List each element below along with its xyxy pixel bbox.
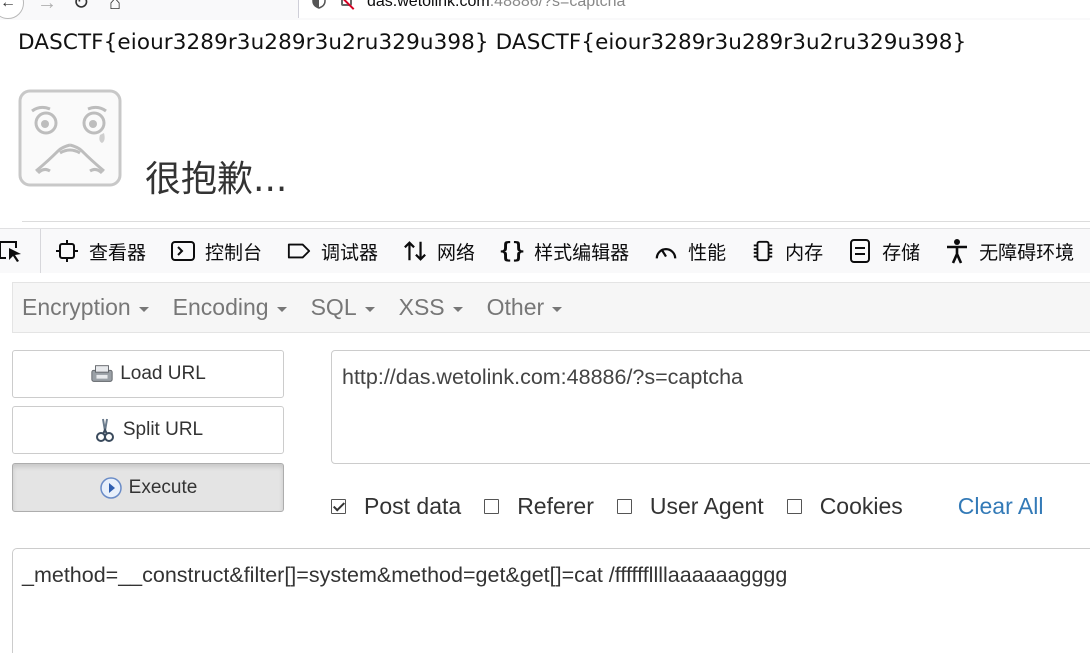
tab-network[interactable]: 网络 <box>389 229 486 273</box>
storage-icon <box>848 239 872 263</box>
reload-icon: ↻ <box>72 0 90 14</box>
style-editor-icon: {} <box>498 238 526 264</box>
split-url-label: Split URL <box>122 419 204 440</box>
clear-all-link[interactable]: Clear All <box>958 493 1044 520</box>
user-agent-label: User Agent <box>649 492 764 519</box>
user-agent-option[interactable]: User Agent <box>616 492 764 520</box>
back-button[interactable]: ← <box>0 0 24 19</box>
referer-option[interactable]: Referer <box>484 493 594 520</box>
tracking-shield-icon[interactable] <box>309 0 329 12</box>
menu-label: Other <box>486 294 545 320</box>
url-textarea[interactable]: http://das.wetolink.com:48886/?s=captcha <box>331 350 1090 464</box>
execute-label: Execute <box>128 476 198 498</box>
forward-arrow-icon: → <box>37 0 57 14</box>
menu-label: Encryption <box>22 294 131 320</box>
scissors-icon <box>93 418 117 442</box>
tab-inspector[interactable]: 查看器 <box>41 229 157 273</box>
load-url-icon <box>90 362 114 386</box>
back-arrow-icon: ← <box>0 0 16 11</box>
caret-down-icon <box>452 306 463 312</box>
tab-storage[interactable]: 存储 <box>834 229 931 273</box>
memory-icon <box>751 239 775 263</box>
post-data-label: Post data <box>364 492 462 519</box>
menu-xss[interactable]: XSS <box>390 282 472 333</box>
inspector-icon <box>55 239 79 263</box>
tab-label: 存储 <box>882 241 921 264</box>
url-text[interactable]: das.wetolink.com:48886/?s=captcha <box>367 0 625 11</box>
menu-encryption[interactable]: Encryption <box>13 282 158 333</box>
page: ← → ↻ ⌂ das.wetolink.com:48886/?s=captch… <box>0 0 1090 653</box>
hackbar-menu: Encryption Encoding SQL XSS Other <box>12 282 1090 333</box>
tab-label: 性能 <box>688 241 727 264</box>
tab-label: 内存 <box>785 241 824 264</box>
caret-down-icon <box>552 306 563 312</box>
element-picker-button[interactable] <box>0 229 41 273</box>
error-heading: 很抱歉... <box>145 159 288 200</box>
split-url-button[interactable]: Split URL <box>12 406 284 454</box>
tab-label: 无障碍环境 <box>979 241 1075 264</box>
post-data-checkbox[interactable] <box>331 498 346 514</box>
caret-down-icon <box>138 306 149 312</box>
flag-output-text: DASCTF{eiour3289r3u289r3u2ru329u398} DAS… <box>18 30 967 55</box>
home-button[interactable]: ⌂ <box>98 0 132 20</box>
address-bar[interactable]: das.wetolink.com:48886/?s=captcha <box>298 0 1090 18</box>
caret-down-icon <box>276 306 287 312</box>
url-host: das.wetolink.com <box>367 0 490 10</box>
menu-label: Encoding <box>172 294 269 320</box>
performance-icon <box>654 239 678 263</box>
menu-sql[interactable]: SQL <box>302 282 384 333</box>
tab-performance[interactable]: 性能 <box>640 229 737 273</box>
execute-button[interactable]: Execute <box>12 463 284 512</box>
menu-encoding[interactable]: Encoding <box>164 282 296 333</box>
cookies-checkbox[interactable] <box>786 498 802 514</box>
home-icon: ⌂ <box>108 0 122 14</box>
user-agent-checkbox[interactable] <box>616 498 632 514</box>
tab-label: 样式编辑器 <box>534 241 630 264</box>
tab-label: 控制台 <box>205 241 263 264</box>
menu-label: XSS <box>398 294 445 320</box>
referer-checkbox[interactable] <box>484 498 500 514</box>
cookies-label: Cookies <box>819 492 903 519</box>
tab-label: 调试器 <box>321 241 379 264</box>
content-divider <box>22 221 1090 222</box>
insecure-connection-icon[interactable] <box>339 0 357 10</box>
load-url-label: Load URL <box>120 363 206 384</box>
load-url-button[interactable]: Load URL <box>12 350 284 398</box>
reload-button[interactable]: ↻ <box>64 0 98 20</box>
post-data-option[interactable]: Post data <box>331 493 461 520</box>
sad-face-icon <box>18 89 122 187</box>
caret-down-icon <box>364 306 375 312</box>
devtools-toolbar: 查看器 控制台 调试器 网络 {} 样式编辑器 性能 内存 存储 无障碍环境 <box>0 228 1090 273</box>
console-icon <box>171 239 196 263</box>
browser-toolbar: ← → ↻ ⌂ das.wetolink.com:48886/?s=captch… <box>0 0 1090 20</box>
tab-memory[interactable]: 内存 <box>737 229 834 273</box>
tab-label: 查看器 <box>89 241 147 264</box>
accessibility-icon <box>945 239 969 264</box>
element-picker-icon <box>0 241 21 262</box>
referer-label: Referer <box>517 492 594 519</box>
tab-accessibility[interactable]: 无障碍环境 <box>931 229 1085 273</box>
network-icon <box>403 239 427 263</box>
menu-other[interactable]: Other <box>478 282 572 333</box>
cookies-option[interactable]: Cookies <box>786 492 903 520</box>
url-rest: :48886/?s=captcha <box>489 0 626 10</box>
debugger-icon <box>287 239 311 263</box>
tab-debugger[interactable]: 调试器 <box>273 229 389 273</box>
menu-label: SQL <box>310 294 357 320</box>
forward-button[interactable]: → <box>30 0 64 20</box>
tab-console[interactable]: 控制台 <box>157 229 273 273</box>
post-data-textarea[interactable]: _method=__construct&filter[]=system&meth… <box>12 548 1090 653</box>
tab-label: 网络 <box>437 241 476 264</box>
request-options: Post data Referer User Agent Cookies Cle… <box>331 486 1090 526</box>
play-icon <box>99 476 123 500</box>
tab-style-editor[interactable]: {} 样式编辑器 <box>486 229 640 273</box>
